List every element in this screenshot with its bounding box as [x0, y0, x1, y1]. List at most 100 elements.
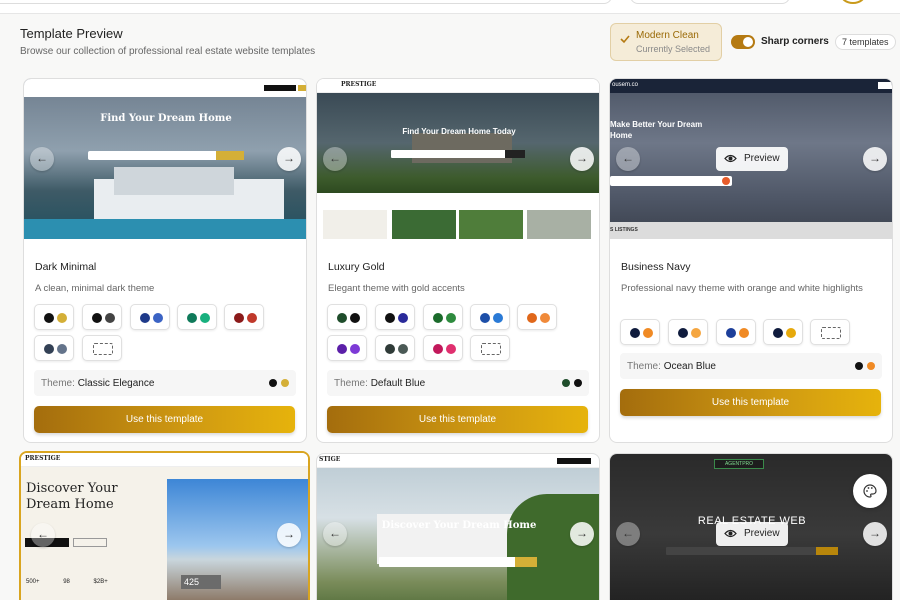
current-theme-indicator[interactable]: Modern Clean Currently Selected	[610, 23, 722, 61]
color-swatch[interactable]	[177, 304, 217, 330]
color-swatch[interactable]	[224, 304, 264, 330]
color-swatch[interactable]	[620, 319, 660, 345]
prev-slide-button[interactable]: ←	[616, 147, 640, 171]
prev-slide-button[interactable]: ←	[323, 522, 347, 546]
use-template-button[interactable]: Use this template	[620, 389, 881, 416]
color-swatch[interactable]	[517, 304, 557, 330]
color-swatch[interactable]	[82, 304, 122, 330]
mini-listings-strip: S LISTINGS	[610, 222, 892, 239]
prev-slide-button[interactable]: ←	[31, 523, 55, 547]
custom-color-swatch[interactable]	[470, 335, 510, 361]
theme-info-row: Theme: Ocean Blue	[620, 353, 882, 379]
sharp-corners-label: Sharp corners	[761, 36, 829, 47]
mini-secondary-button	[73, 538, 107, 547]
mini-logo: PRESTIGE	[25, 455, 61, 462]
theme-value: Classic Elegance	[77, 378, 155, 389]
color-swatch[interactable]	[423, 304, 463, 330]
color-swatch[interactable]	[423, 335, 463, 361]
mini-hero-image	[317, 93, 599, 193]
mini-photo-tile	[392, 210, 456, 239]
next-slide-button[interactable]: →	[863, 522, 887, 546]
template-screenshot[interactable]: PRESTIGE Discover Your Dream Home 500+ 9…	[21, 453, 308, 600]
user-avatar[interactable]	[840, 0, 866, 4]
mini-navbar: PRESTIGE	[21, 453, 308, 467]
mini-search-bar	[391, 150, 525, 158]
color-swatch[interactable]	[34, 304, 74, 330]
use-template-button[interactable]: Use this template	[327, 406, 588, 433]
color-swatch[interactable]	[34, 335, 74, 361]
template-description: Professional navy theme with orange and …	[621, 283, 863, 294]
prev-slide-button[interactable]: ←	[323, 147, 347, 171]
mini-hero-text: Find Your Dream Home Today	[402, 127, 516, 136]
custom-color-swatch[interactable]	[810, 319, 850, 345]
mini-logo: STIGE	[319, 456, 341, 463]
color-swatch[interactable]	[375, 335, 415, 361]
next-slide-button[interactable]: →	[863, 147, 887, 171]
mini-stat: $2B+	[93, 579, 108, 585]
sharp-corners-toggle[interactable]	[731, 35, 755, 49]
mini-photo-tile	[527, 210, 591, 239]
mini-navbar: ousem.co	[610, 79, 892, 93]
mini-logo: ousem.co	[612, 82, 639, 88]
color-swatch[interactable]	[470, 304, 510, 330]
template-card-dark-minimal: Find Your Dream Home ← → Dark Minimal A …	[23, 78, 307, 443]
mini-house	[412, 133, 512, 163]
mini-search-button	[816, 547, 838, 555]
mini-photo-tile	[459, 210, 523, 239]
dashed-frame-icon	[821, 327, 841, 339]
mini-badge: 425	[181, 575, 221, 589]
theme-dot	[562, 379, 570, 387]
template-card-row2-c: AGENTPRO REAL ESTATE WEB ← → Preview	[609, 453, 893, 600]
mini-search-button	[216, 151, 244, 160]
mini-nav-button	[264, 85, 296, 91]
page-title: Template Preview	[20, 26, 123, 41]
current-theme-status: Currently Selected	[636, 44, 711, 54]
color-swatch[interactable]	[716, 319, 756, 345]
template-screenshot[interactable]: PRESTIGE Find Your Dream Home Today	[317, 79, 599, 239]
next-slide-button[interactable]: →	[277, 147, 301, 171]
color-swatch[interactable]	[375, 304, 415, 330]
next-slide-button[interactable]: →	[570, 522, 594, 546]
top-search-field[interactable]	[0, 0, 612, 4]
eye-icon	[724, 154, 737, 163]
theme-label: Theme:	[41, 378, 75, 389]
template-description: A clean, minimal dark theme	[35, 283, 155, 294]
prev-slide-button[interactable]: ←	[616, 522, 640, 546]
color-swatch[interactable]	[763, 319, 803, 345]
preview-label: Preview	[744, 528, 780, 539]
current-theme-name: Modern Clean	[636, 30, 699, 41]
template-name: Business Navy	[621, 261, 691, 273]
mini-stat: 500+	[26, 579, 40, 585]
color-swatch[interactable]	[668, 319, 708, 345]
mini-search-bar	[379, 557, 537, 567]
color-swatch[interactable]	[130, 304, 170, 330]
prev-slide-button[interactable]: ←	[30, 147, 54, 171]
custom-color-swatch[interactable]	[82, 335, 122, 361]
theme-value: Ocean Blue	[663, 361, 716, 372]
toggle-knob	[743, 37, 753, 47]
template-description: Elegant theme with gold accents	[328, 283, 465, 294]
preview-button[interactable]: Preview	[716, 522, 788, 546]
mini-navbar: PRESTIGE	[317, 79, 599, 93]
page-subtitle: Browse our collection of professional re…	[20, 46, 316, 57]
theme-dot	[867, 362, 875, 370]
mini-nav-button	[878, 82, 892, 89]
eye-icon	[724, 529, 737, 538]
mini-listings-label: S LISTINGS	[610, 227, 638, 233]
color-swatch[interactable]	[327, 335, 367, 361]
theme-dot	[269, 379, 277, 387]
palette-button[interactable]	[853, 474, 887, 508]
mini-search-bar	[88, 151, 244, 160]
preview-button[interactable]: Preview	[716, 147, 788, 171]
color-swatch[interactable]	[327, 304, 367, 330]
template-screenshot[interactable]: Find Your Dream Home	[24, 79, 306, 239]
use-template-button[interactable]: Use this template	[34, 406, 295, 433]
top-select-field[interactable]	[630, 0, 790, 4]
next-slide-button[interactable]: →	[277, 523, 301, 547]
mini-hero-text: Make Better Your Dream Home	[610, 120, 703, 140]
template-screenshot[interactable]: STIGE Discover Your Dream Home	[317, 454, 599, 600]
check-icon	[620, 35, 630, 44]
next-slide-button[interactable]: →	[570, 147, 594, 171]
mini-search-button	[722, 177, 730, 185]
mini-search-bar	[666, 547, 838, 555]
